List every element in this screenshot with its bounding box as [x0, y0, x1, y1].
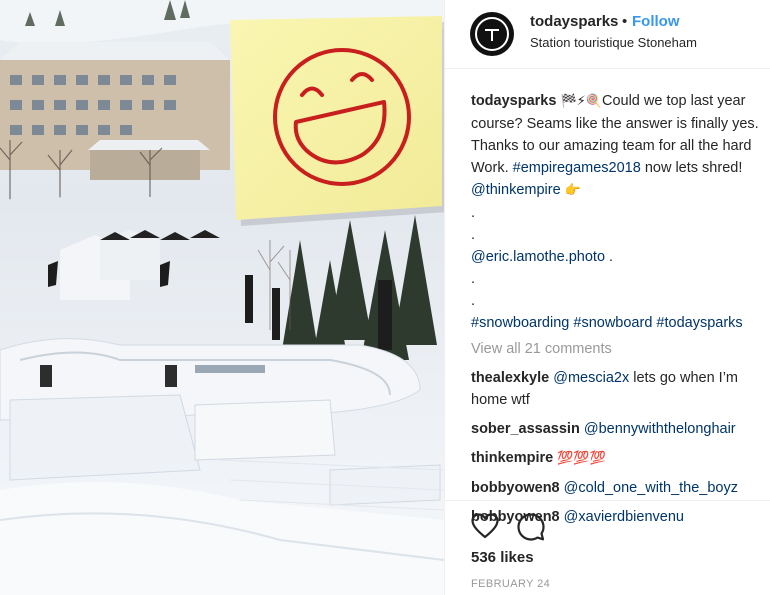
caption-dot: .	[471, 271, 476, 287]
post-photo[interactable]	[0, 0, 444, 595]
mention-link[interactable]: @eric.lamothe.photo	[471, 249, 605, 265]
hashtag-link[interactable]: #empiregames2018	[513, 160, 641, 176]
post-date[interactable]: FEBRUARY 24	[471, 578, 550, 590]
hashtags-link[interactable]: #snowboarding #snowboard #todaysparks	[471, 315, 743, 331]
comment-text: 💯💯💯	[557, 451, 606, 466]
post-caption: todaysparks 🏁⚡🍭Could we top last year co…	[471, 90, 761, 334]
location-link[interactable]: Station touristique Stoneham	[530, 35, 697, 50]
caption-emojis: 🏁⚡🍭	[560, 94, 602, 109]
comments-list: todaysparks 🏁⚡🍭Could we top last year co…	[471, 90, 761, 528]
comment-item: sober_assassin @bennywiththelonghair	[471, 418, 761, 440]
actions-divider	[445, 500, 770, 501]
heart-icon[interactable]	[471, 513, 499, 539]
comment-mention[interactable]: @bennywiththelonghair	[584, 421, 736, 437]
likes-count[interactable]: 536 likes	[471, 549, 534, 566]
post-header: todaysparks • Follow Station touristique…	[445, 0, 770, 68]
post-sidebar: todaysparks • Follow Station touristique…	[444, 0, 770, 595]
pointing-emoji: 👉	[564, 183, 581, 198]
comment-mention[interactable]: @xavierdbienvenu	[564, 509, 684, 525]
avatar[interactable]	[470, 12, 514, 56]
sticky-note-smiley	[230, 16, 444, 226]
caption-dot: .	[471, 227, 476, 243]
comment-username[interactable]: sober_assassin	[471, 421, 580, 437]
header-username[interactable]: todaysparks	[530, 13, 618, 30]
comment-item: thealexkyle @mescia2x lets go when I’m h…	[471, 367, 761, 411]
brand-logo-icon	[475, 17, 509, 51]
comment-item: bobbyowen8 @xavierdbienvenu	[471, 506, 761, 528]
mention-link[interactable]: @thinkempire	[471, 182, 561, 198]
caption-dot: .	[471, 205, 476, 221]
caption-username[interactable]: todaysparks	[471, 93, 556, 109]
comment-username[interactable]: thealexkyle	[471, 370, 549, 386]
comment-mention[interactable]: @cold_one_with_the_boyz	[564, 480, 738, 496]
view-all-comments-link[interactable]: View all 21 comments	[471, 338, 761, 360]
comment-username[interactable]: thinkempire	[471, 450, 553, 466]
comment-username[interactable]: bobbyowen8	[471, 480, 560, 496]
follow-button[interactable]: Follow	[632, 13, 680, 30]
snow-park-image	[0, 0, 444, 595]
comment-item: thinkempire 💯💯💯	[471, 447, 761, 470]
header-separator: •	[622, 13, 628, 30]
caption-dot-suffix: .	[605, 249, 614, 265]
caption-dot: .	[471, 293, 476, 309]
caption-text-2: now lets shred!	[640, 160, 743, 176]
comment-bubble-icon[interactable]	[517, 513, 545, 541]
comment-item: bobbyowen8 @cold_one_with_the_boyz	[471, 477, 761, 499]
comment-mention[interactable]: @mescia2x	[553, 370, 629, 386]
header-divider	[445, 68, 770, 69]
